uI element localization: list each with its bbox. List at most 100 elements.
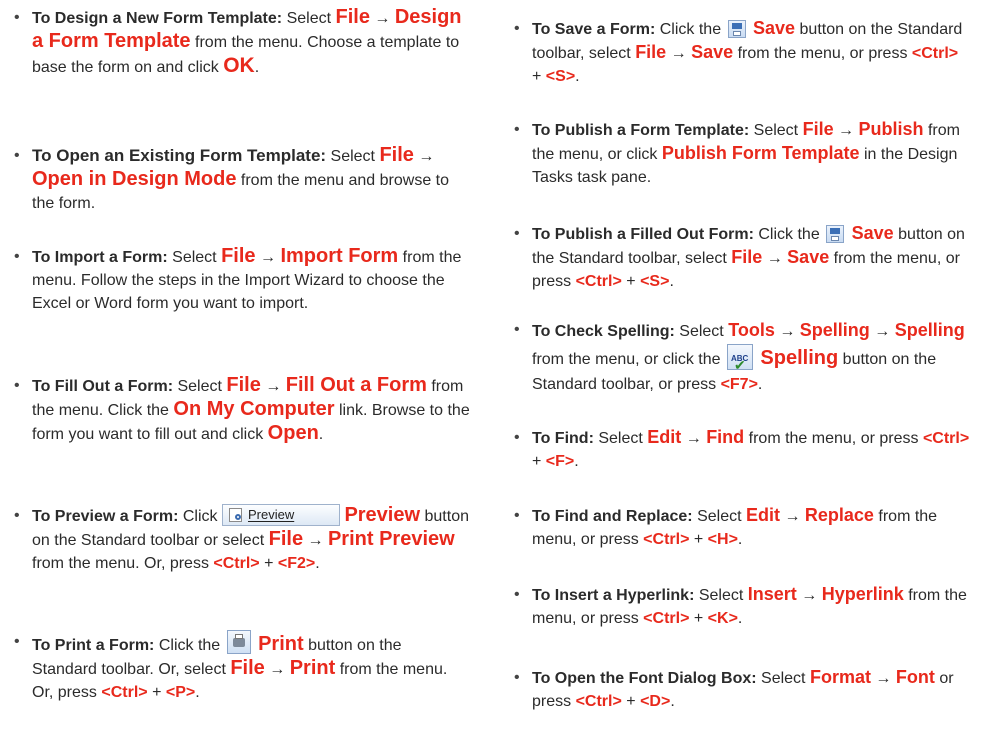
menu-file: File bbox=[731, 247, 763, 267]
arrow: → bbox=[670, 45, 687, 62]
tip-heading: To Insert a Hyperlink: bbox=[532, 587, 695, 604]
tip-heading: To Open the Font Dialog Box: bbox=[532, 670, 757, 687]
menu-file: File bbox=[335, 6, 370, 28]
save-icon[interactable] bbox=[727, 20, 746, 38]
command-spelling: Spelling bbox=[894, 320, 965, 340]
tip-text: from the menu. Or, press bbox=[32, 555, 209, 572]
shortcut-key: <Ctrl> bbox=[911, 45, 959, 62]
bullet: • bbox=[514, 121, 520, 138]
tip-heading: To Open an Existing Form Template: bbox=[32, 146, 327, 165]
arrow: → bbox=[307, 532, 324, 549]
tip-text: Select bbox=[697, 508, 742, 525]
shortcut-key: <K> bbox=[707, 610, 738, 627]
arrow: → bbox=[265, 378, 282, 395]
tip-text: . bbox=[737, 531, 743, 548]
shortcut-key: <P> bbox=[165, 684, 196, 701]
tip-heading: To Find: bbox=[532, 430, 594, 447]
tip-find-replace: • To Find and Replace: Select Edit → Rep… bbox=[514, 504, 970, 551]
arrow: → bbox=[801, 587, 818, 604]
tip-text: + bbox=[626, 273, 636, 290]
tip-font-dialog: • To Open the Font Dialog Box: Select Fo… bbox=[514, 666, 970, 713]
preview-button[interactable]: Preview bbox=[221, 504, 340, 526]
tip-text: + bbox=[532, 453, 542, 470]
menu-file: File bbox=[802, 119, 834, 139]
tip-text: from the menu, or press bbox=[748, 430, 919, 447]
bullet: • bbox=[14, 377, 20, 394]
arrow: → bbox=[874, 323, 891, 340]
tip-text: Select bbox=[761, 670, 806, 687]
tip-text: . bbox=[315, 555, 320, 572]
menu-file: File bbox=[635, 42, 667, 62]
tip-text: + bbox=[532, 68, 542, 85]
tip-open-form-template: • To Open an Existing Form Template: Sel… bbox=[14, 144, 470, 215]
shortcut-key: <F2> bbox=[277, 555, 316, 572]
tip-preview-form: • To Preview a Form: Click Preview Previ… bbox=[14, 504, 470, 575]
command-print-menu: Print bbox=[289, 657, 336, 679]
tip-text: . bbox=[669, 273, 674, 290]
tip-publish-form-template: • To Publish a Form Template: Select Fil… bbox=[514, 118, 970, 189]
tip-text: + bbox=[693, 610, 704, 627]
shortcut-key: <Ctrl> bbox=[643, 610, 690, 627]
command-print: Print bbox=[258, 633, 304, 655]
tip-print-form: • To Print a Form: Click the Print butto… bbox=[14, 630, 470, 704]
shortcut-key: <D> bbox=[640, 693, 671, 710]
command-publish-form-template: Publish Form Template bbox=[661, 143, 860, 163]
command-save: Save bbox=[851, 223, 894, 243]
tip-text: Select bbox=[698, 587, 744, 604]
tip-text: . bbox=[254, 59, 260, 76]
shortcut-key: <Ctrl> bbox=[922, 430, 970, 447]
menu-insert: Insert bbox=[747, 584, 797, 604]
shortcut-key: <F> bbox=[545, 453, 575, 470]
tip-text: + bbox=[264, 555, 274, 572]
tip-text: Click bbox=[182, 508, 218, 525]
on-my-computer-link-label: On My Computer bbox=[173, 398, 335, 420]
shortcut-key: <Ctrl> bbox=[575, 273, 622, 290]
tip-check-spelling: • To Check Spelling: Select Tools → Spel… bbox=[514, 318, 970, 397]
menu-format: Format bbox=[809, 667, 871, 687]
tip-insert-hyperlink: • To Insert a Hyperlink: Select Insert →… bbox=[514, 583, 970, 630]
tip-text: . bbox=[195, 684, 200, 701]
command-preview: Preview bbox=[344, 504, 421, 526]
save-icon[interactable] bbox=[826, 225, 845, 243]
tip-text: . bbox=[318, 426, 324, 443]
bullet: • bbox=[514, 225, 520, 242]
tip-heading: To Design a New Form Template: bbox=[32, 10, 283, 27]
tip-heading: To Publish a Form Template: bbox=[532, 122, 750, 139]
menu-edit: Edit bbox=[745, 505, 780, 525]
tip-fill-out-form: • To Fill Out a Form: Select File → Fill… bbox=[14, 374, 470, 446]
command-import-form: Import Form bbox=[280, 245, 399, 267]
command-replace: Replace bbox=[804, 505, 874, 525]
tip-heading: To Save a Form: bbox=[532, 21, 656, 38]
shortcut-key: <Ctrl> bbox=[643, 531, 690, 548]
arrow: → bbox=[779, 323, 796, 340]
print-icon[interactable] bbox=[226, 630, 251, 654]
command-font: Font bbox=[895, 667, 935, 687]
tip-find: • To Find: Select Edit → Find from the m… bbox=[514, 426, 970, 473]
tip-text: . bbox=[670, 693, 675, 710]
command-hyperlink: Hyperlink bbox=[821, 584, 904, 604]
bullet: • bbox=[14, 9, 20, 26]
tip-text: Select bbox=[172, 249, 217, 266]
tip-heading: To Find and Replace: bbox=[532, 508, 693, 525]
preview-icon bbox=[228, 508, 242, 522]
command-save-menu: Save bbox=[691, 42, 734, 62]
bullet: • bbox=[14, 633, 20, 650]
ok-button-label: OK bbox=[223, 54, 255, 77]
bullet: • bbox=[514, 429, 520, 446]
bullet: • bbox=[514, 507, 520, 524]
shortcut-key: <Ctrl> bbox=[101, 684, 148, 701]
bullet: • bbox=[514, 20, 520, 37]
tip-text: from the menu, or press bbox=[737, 45, 908, 62]
menu-file: File bbox=[230, 657, 265, 679]
tip-text: Click the bbox=[158, 637, 221, 654]
arrow: → bbox=[259, 249, 276, 266]
command-publish: Publish bbox=[858, 119, 924, 139]
arrow: → bbox=[374, 10, 391, 27]
menu-file: File bbox=[268, 528, 304, 550]
shortcut-key: <Ctrl> bbox=[213, 555, 260, 572]
tip-heading: To Print a Form: bbox=[32, 637, 155, 654]
menu-edit: Edit bbox=[647, 427, 682, 447]
spelling-icon[interactable]: ABC ✔ bbox=[726, 344, 753, 373]
command-find: Find bbox=[706, 427, 745, 447]
tip-heading: To Import a Form: bbox=[32, 249, 168, 266]
